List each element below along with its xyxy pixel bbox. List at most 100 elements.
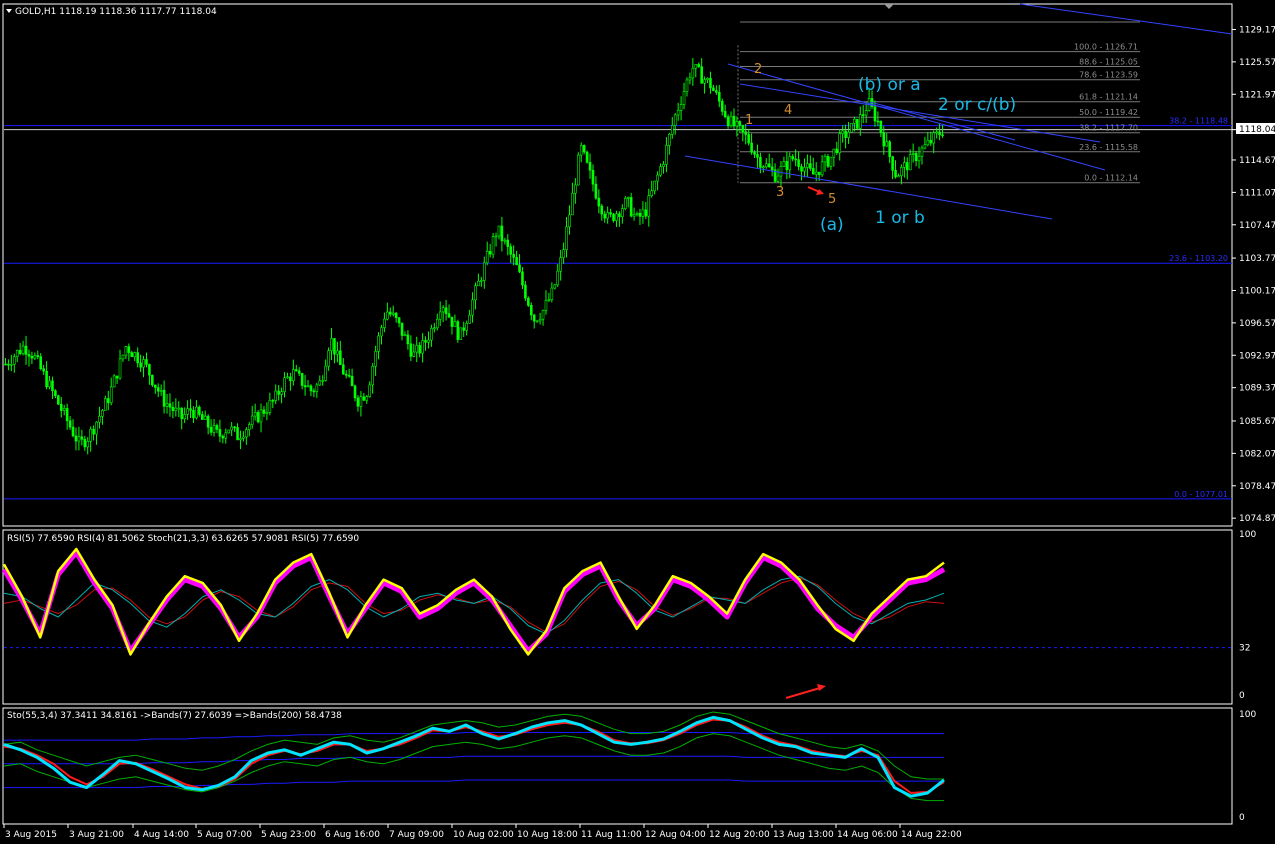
fib-level-label: 23.6 - 1115.58	[1079, 143, 1138, 152]
candle-body	[359, 396, 363, 407]
candle-body	[54, 390, 57, 396]
candle-body	[65, 408, 69, 422]
candle-body	[453, 321, 457, 327]
candle-body	[109, 386, 113, 404]
time-tick-label: 12 Aug 04:00	[645, 830, 706, 840]
candle-body	[51, 380, 54, 392]
candle-body	[662, 163, 665, 167]
price-tick-label: 1103.77	[1239, 254, 1275, 264]
candle-body	[556, 270, 560, 286]
candle-body	[289, 376, 292, 382]
candle-body	[891, 156, 894, 171]
candle-body	[938, 131, 941, 136]
candle-body	[292, 369, 295, 382]
candle-body	[368, 384, 372, 397]
candle-body	[809, 163, 812, 169]
candle-body	[788, 156, 792, 171]
candle-body	[18, 350, 22, 354]
candle-body	[835, 148, 839, 153]
candle-body	[95, 421, 98, 435]
candle-body	[629, 197, 633, 217]
fib-level-label: 0.0 - 1112.14	[1084, 174, 1138, 183]
candle-body	[4, 363, 7, 366]
candle-body	[462, 327, 466, 331]
candle-body	[488, 250, 492, 255]
candle-body	[541, 310, 545, 320]
candle-body	[174, 407, 178, 411]
candle-body	[83, 439, 87, 448]
candle-body	[905, 162, 909, 171]
candle-body	[327, 350, 330, 367]
candle-body	[850, 123, 853, 133]
candle-body	[685, 79, 689, 92]
candle-body	[177, 407, 181, 410]
candle-body	[277, 390, 280, 395]
candle-body	[153, 384, 157, 388]
candle-body	[509, 246, 513, 255]
candle-body	[136, 352, 139, 364]
candle-body	[315, 384, 319, 392]
candle-body	[377, 335, 380, 352]
trading-chart[interactable]: GOLD,H1 1118.19 1118.36 1117.77 1118.04 …	[0, 0, 1275, 844]
candle-body	[215, 425, 219, 430]
candle-body	[803, 167, 806, 172]
candle-body	[744, 131, 748, 135]
time-tick-label: 14 Aug 06:00	[837, 830, 898, 840]
candle-body	[791, 156, 795, 160]
candle-body	[388, 311, 392, 315]
candle-body	[588, 162, 592, 171]
candle-body	[894, 170, 897, 178]
candle-body	[333, 338, 336, 355]
candle-body	[465, 323, 468, 331]
candle-body	[603, 213, 607, 219]
candle-body	[618, 213, 621, 217]
candle-body	[673, 114, 677, 126]
candle-body	[712, 87, 715, 91]
fib-level-label: 38.2 - 1117.70	[1079, 124, 1138, 133]
candle-body	[544, 300, 548, 311]
candle-body	[785, 161, 789, 171]
candle-body	[151, 374, 154, 386]
candle-body	[856, 118, 859, 129]
fib-level-label: 50.0 - 1119.42	[1079, 108, 1138, 117]
candle-body	[738, 121, 742, 126]
candle-body	[42, 368, 45, 372]
candle-body	[759, 156, 762, 168]
candle-body	[741, 125, 745, 133]
candle-body	[380, 327, 383, 337]
candle-body	[200, 414, 204, 420]
candle-body	[735, 121, 739, 127]
candle-body	[512, 254, 515, 258]
candle-body	[441, 307, 445, 313]
wave-label: 3	[776, 185, 784, 200]
candle-body	[794, 158, 797, 161]
candle-body	[306, 385, 310, 388]
candle-body	[691, 67, 695, 79]
rsi-tick-label: 100	[1239, 530, 1256, 540]
candle-body	[941, 134, 944, 137]
candle-body	[362, 396, 366, 401]
candle-body	[418, 345, 421, 354]
candle-body	[726, 116, 730, 127]
candle-body	[717, 92, 721, 102]
fib-level-label: 88.6 - 1125.05	[1079, 58, 1138, 67]
candle-body	[383, 318, 386, 328]
price-tick-label: 1129.17	[1239, 25, 1275, 35]
candle-body	[415, 345, 419, 353]
candle-body	[230, 426, 233, 431]
candle-body	[682, 91, 686, 105]
time-tick-label: 4 Aug 14:00	[134, 830, 189, 840]
candle-body	[189, 408, 192, 411]
candle-body	[729, 115, 733, 127]
candle-body	[106, 398, 110, 404]
candle-body	[391, 312, 395, 315]
candle-body	[779, 166, 783, 177]
candle-body	[459, 327, 463, 340]
price-tick-label: 1078.47	[1239, 482, 1275, 492]
candle-body	[424, 340, 427, 343]
candle-body	[820, 161, 824, 176]
candle-body	[365, 396, 369, 401]
current-price-tag: 1118.04	[1236, 123, 1275, 135]
candle-body	[356, 397, 360, 407]
candle-body	[829, 156, 833, 167]
